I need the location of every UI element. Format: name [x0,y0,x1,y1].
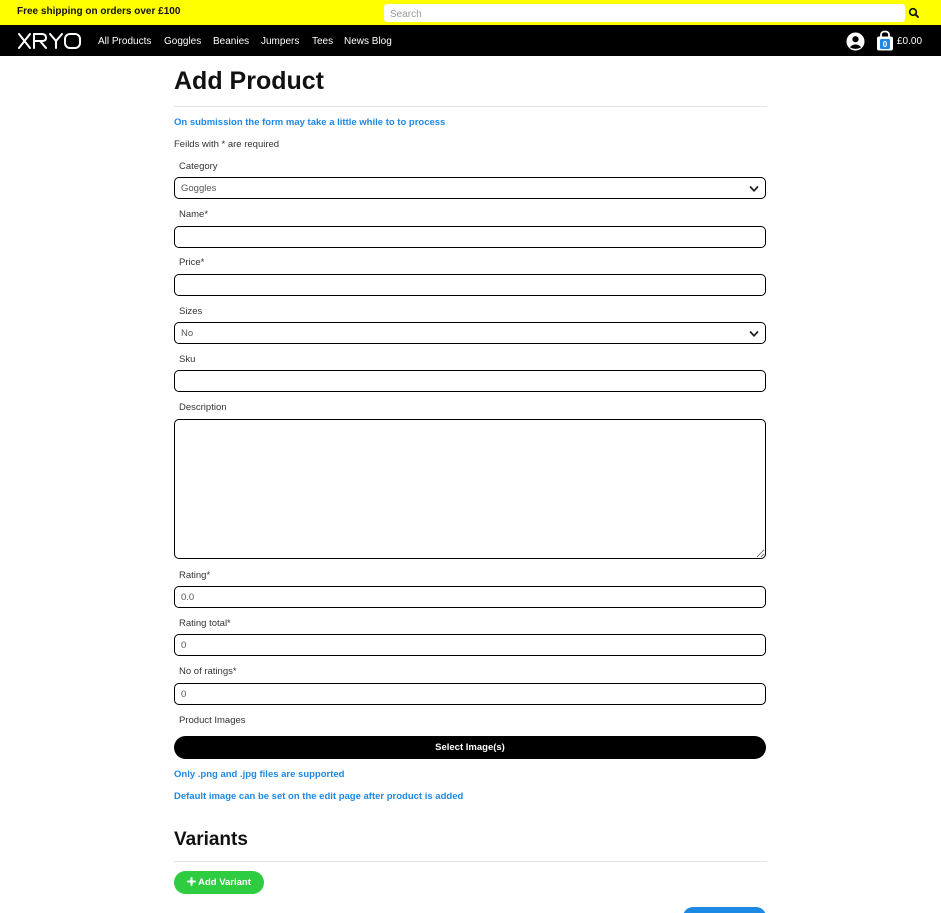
name-input[interactable] [174,226,766,248]
nav-beanies[interactable]: Beanies [213,36,249,47]
nav-all-products[interactable]: All Products [98,36,151,47]
announcement-bar: Free shipping on orders over £100 [0,0,941,25]
variants-divider [174,861,767,862]
add-variant-button[interactable]: Add Variant [174,871,264,894]
select-images-button[interactable]: Select Image(s) [174,736,766,759]
rating-label: Rating* [179,570,211,581]
category-label: Category [179,161,218,172]
shopping-bag-icon[interactable]: 0 [876,30,894,51]
sizes-selected-value: No [181,327,194,339]
num-ratings-label: No of ratings* [179,666,237,677]
submit-notice: On submission the form may take a little… [174,117,446,128]
product-images-label: Product Images [179,715,246,726]
nav-goggles[interactable]: Goggles [164,36,201,47]
title-divider [174,106,767,107]
main-navbar: All Products Goggles Beanies Jumpers Tee… [0,25,941,56]
user-account-icon[interactable] [846,32,865,51]
category-selected-value: Goggles [181,182,217,194]
search-icon[interactable] [906,5,922,21]
chevron-down-icon [749,184,759,194]
xryo-logo[interactable] [17,28,83,54]
rating-total-label: Rating total* [179,618,231,629]
free-shipping-text: Free shipping on orders over £100 [17,6,181,17]
submit-button[interactable] [683,907,766,913]
nav-jumpers[interactable]: Jumpers [261,36,299,47]
price-input[interactable] [174,274,766,296]
sku-input[interactable] [174,370,766,392]
default-image-note: Default image can be set on the edit pag… [174,791,464,802]
nav-news-blog[interactable]: News Blog [344,36,392,47]
search-box[interactable] [384,4,905,24]
price-label: Price* [179,257,205,268]
add-variant-label: Add Variant [198,877,251,888]
nav-tees[interactable]: Tees [312,36,333,47]
name-label: Name* [179,209,209,220]
sku-label: Sku [179,354,196,365]
description-textarea[interactable] [174,419,766,559]
category-select[interactable]: Goggles [174,177,766,199]
sizes-label: Sizes [179,306,203,317]
rating-input[interactable] [174,586,766,608]
cart-total[interactable]: £0.00 [897,36,922,47]
cart-count: 0 [883,40,888,49]
plus-icon [187,876,197,889]
rating-total-input[interactable] [174,634,766,656]
file-types-note: Only .png and .jpg files are supported [174,769,345,780]
page-title: Add Product [174,67,324,95]
variants-title: Variants [174,829,248,850]
num-ratings-input[interactable] [174,683,766,705]
sizes-select[interactable]: No [174,322,766,344]
search-input[interactable] [384,5,905,24]
chevron-down-icon [749,329,759,339]
description-label: Description [179,402,227,413]
required-fields-note: Feilds with * are required [174,139,280,150]
